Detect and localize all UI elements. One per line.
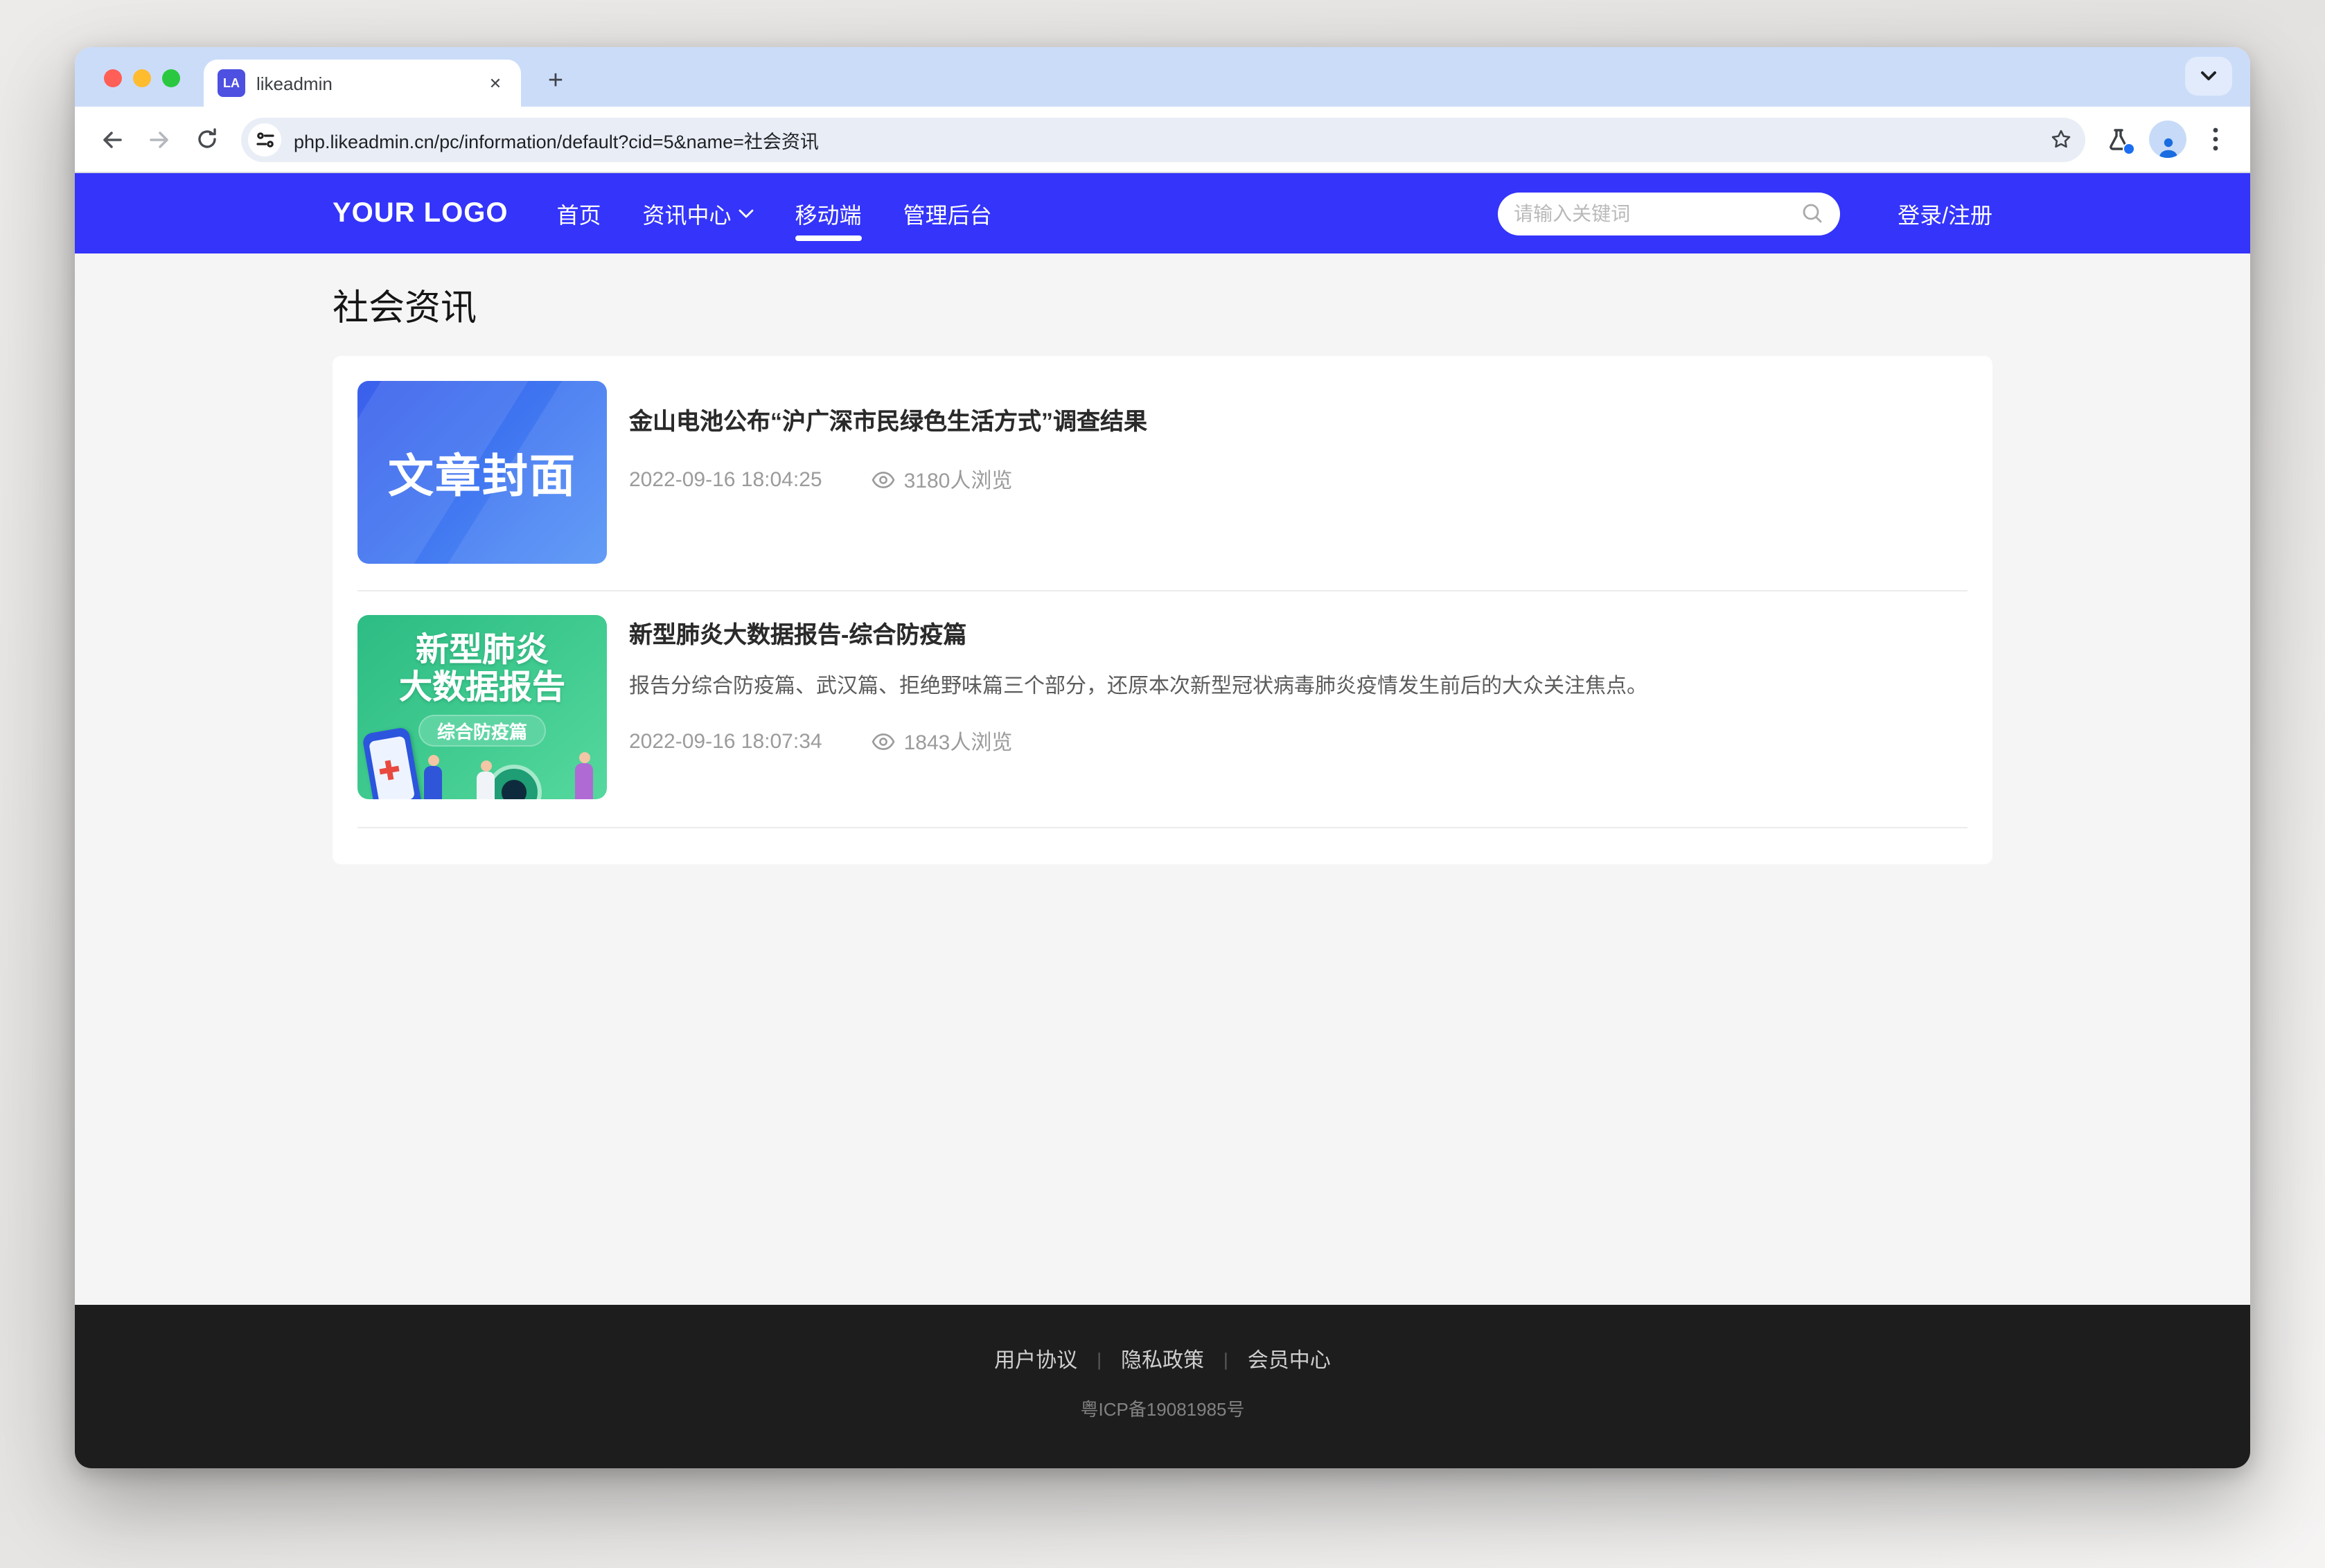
article-title[interactable]: 金山电池公布“沪广深市民绿色生活方式”调查结果 [629,407,1968,438]
menu-dots-icon [2213,127,2218,151]
article-date: 2022-09-16 18:07:34 [629,730,822,754]
chevron-down-icon [739,208,754,218]
cover-title-line1: 新型肺炎 [416,633,549,669]
window-controls [104,69,180,87]
active-tab-underline [795,235,862,241]
site-footer: 用户协议 | 隐私政策 | 会员中心 粤ICP备19081985号 [75,1305,2250,1468]
nav-item-label: 首页 [556,197,601,230]
forward-button[interactable] [136,116,183,163]
chevron-down-icon [2200,71,2217,82]
star-icon [2049,127,2072,151]
tab-favicon: LA [218,69,245,97]
illustration-person [575,763,593,799]
browser-tab[interactable]: LA likeadmin ✕ [204,60,521,107]
nav-item-home[interactable]: 首页 [556,173,601,253]
article-title[interactable]: 新型肺炎大数据报告-综合防疫篇 [629,621,1968,651]
article-cover-image[interactable]: 文章封面 [357,381,607,564]
article-cover-image[interactable]: 新型肺炎 大数据报告 综合防疫篇 [357,615,607,799]
bookmark-button[interactable] [2042,121,2078,157]
cover-blue-gradient: 文章封面 [357,381,607,564]
tab-close-icon[interactable]: ✕ [484,71,507,95]
illustration-watch [490,769,538,799]
browser-window: LA likeadmin ✕ + ph [75,47,2250,1468]
icp-record-number: 粤ICP备19081985号 [1080,1395,1244,1421]
desktop-background: LA likeadmin ✕ + ph [0,0,2325,1568]
back-icon [100,127,125,152]
article-description: 报告分综合防疫篇、武汉篇、拒绝野味篇三个部分，还原本次新型冠状病毒肺炎疫情发生前… [629,672,1968,701]
close-window-button[interactable] [104,69,122,87]
profile-avatar[interactable] [2149,121,2186,158]
login-register-link[interactable]: 登录/注册 [1898,197,1992,230]
site-logo[interactable]: YOUR LOGO [333,197,508,229]
tab-strip: LA likeadmin ✕ + [75,47,2250,107]
article-views: 3180人浏览 [904,465,1013,495]
illustration-person [424,766,442,799]
eye-icon [872,471,896,489]
cover-green-gradient: 新型肺炎 大数据报告 综合防疫篇 [357,615,607,799]
site-navbar: YOUR LOGO 首页 资讯中心 移动端 [75,173,2250,253]
article-meta: 2022-09-16 18:04:25 3180人浏览 [629,465,1968,495]
tune-icon [256,131,274,148]
nav-item-news-center[interactable]: 资讯中心 [643,173,754,253]
reload-button[interactable] [183,116,230,163]
article-date: 2022-09-16 18:04:25 [629,468,822,492]
footer-link-member-center[interactable]: 会员中心 [1248,1345,1331,1374]
nav-item-admin[interactable]: 管理后台 [903,173,992,253]
page-content: 社会资讯 文章封面 金山电池公布“沪广深市民绿色生活方式”调查结果 [75,253,2250,1305]
toolbar-actions [2096,117,2236,161]
url-text[interactable]: php.likeadmin.cn/pc/information/default?… [294,125,2042,153]
minimize-window-button[interactable] [133,69,151,87]
reload-icon [195,127,218,151]
illustration-red-cross [378,759,400,781]
zoom-window-button[interactable] [162,69,180,87]
eye-icon [872,733,896,751]
tab-title: likeadmin [256,73,484,93]
address-bar[interactable]: php.likeadmin.cn/pc/information/default?… [241,117,2085,161]
article-list-card: 文章封面 金山电池公布“沪广深市民绿色生活方式”调查结果 2022-09-16 … [333,356,1992,864]
page-title: 社会资讯 [333,280,1992,331]
experiments-button[interactable] [2096,117,2141,161]
article-item[interactable]: 新型肺炎 大数据报告 综合防疫篇 [357,591,1968,828]
cover-title-line2: 大数据报告 [399,669,565,708]
footer-links: 用户协议 | 隐私政策 | 会员中心 [994,1345,1331,1374]
site-info-button[interactable] [248,123,281,156]
cover-badge: 综合防疫篇 [419,715,545,747]
nav-item-mobile[interactable]: 移动端 [795,173,862,253]
footer-separator: | [1223,1349,1228,1370]
search-icon[interactable] [1801,202,1823,224]
tab-search-button[interactable] [2185,57,2232,96]
person-icon [2155,136,2180,158]
forward-icon [147,127,172,152]
cover-caption: 文章封面 [357,381,607,564]
article-views: 1843人浏览 [904,727,1013,756]
new-tab-button[interactable]: + [538,64,574,100]
nav-menu: 首页 资讯中心 移动端 管理后台 [556,173,991,253]
site-search-box[interactable] [1497,192,1839,235]
notification-dot [2123,142,2135,154]
nav-item-label: 移动端 [795,197,862,230]
back-button[interactable] [89,116,136,163]
footer-link-user-agreement[interactable]: 用户协议 [994,1345,1077,1374]
article-meta: 2022-09-16 18:07:34 1843人浏览 [629,727,1968,756]
search-input[interactable] [1514,202,1801,224]
footer-link-privacy-policy[interactable]: 隐私政策 [1121,1345,1204,1374]
illustration-person [477,772,495,799]
browser-toolbar: php.likeadmin.cn/pc/information/default?… [75,107,2250,173]
article-item[interactable]: 文章封面 金山电池公布“沪广深市民绿色生活方式”调查结果 2022-09-16 … [357,356,1968,591]
footer-separator: | [1097,1349,1102,1370]
nav-item-label: 资讯中心 [643,197,732,230]
browser-menu-button[interactable] [2195,117,2236,161]
nav-item-label: 管理后台 [903,197,992,230]
